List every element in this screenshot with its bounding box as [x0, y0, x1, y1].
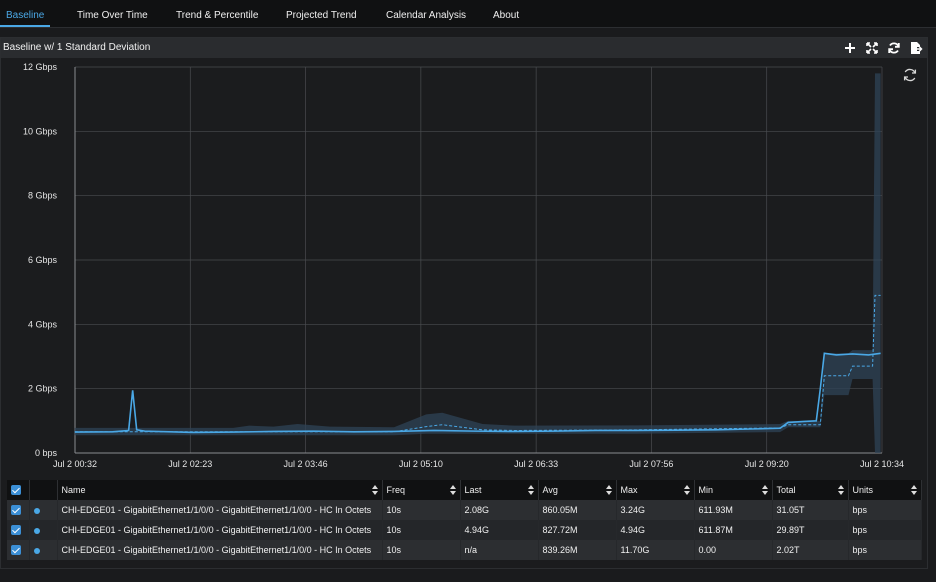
- column-header-total[interactable]: Total: [772, 480, 849, 500]
- tab-trend-percentile[interactable]: Trend & Percentile: [176, 0, 258, 27]
- legend-min-cell: 611.93M: [694, 500, 773, 520]
- x-tick-label: Jul 2 10:34: [860, 459, 904, 469]
- x-tick-label: Jul 2 06:33: [514, 459, 558, 469]
- legend-row[interactable]: CHI-EDGE01 - GigabitEthernet1/1/0/0 - Gi…: [7, 520, 922, 540]
- legend-avg-cell: 839.26M: [538, 540, 617, 560]
- legend-units-cell: bps: [848, 540, 922, 560]
- sort-icon: [910, 485, 917, 495]
- y-tick-label: 8 Gbps: [28, 191, 58, 201]
- legend-units-cell: bps: [848, 500, 922, 520]
- y-tick-label: 4 Gbps: [28, 319, 58, 329]
- legend-last-cell: 2.08G: [460, 500, 539, 520]
- y-tick-label: 2 Gbps: [28, 384, 58, 394]
- legend-row[interactable]: CHI-EDGE01 - GigabitEthernet1/1/0/0 - Gi…: [7, 540, 922, 560]
- std-deviation-band: [74, 73, 881, 453]
- legend-min-cell: 0.00: [694, 540, 773, 560]
- legend-freq-cell: 10s: [382, 520, 461, 540]
- sort-icon: [527, 485, 534, 495]
- legend-max-cell: 4.94G: [616, 520, 695, 540]
- legend-last-cell: n/a: [460, 540, 539, 560]
- legend-freq-cell: 10s: [382, 500, 461, 520]
- panel-title: Baseline w/ 1 Standard Deviation: [3, 42, 151, 53]
- select-all-checkbox[interactable]: [7, 480, 30, 500]
- y-tick-label: 12 Gbps: [23, 62, 58, 72]
- legend-max-cell: 11.70G: [616, 540, 695, 560]
- color-column-header: [29, 480, 58, 500]
- y-tick-label: 10 Gbps: [23, 126, 58, 136]
- export-icon[interactable]: [909, 41, 923, 55]
- column-header-units[interactable]: Units: [848, 480, 922, 500]
- y-tick-label: 6 Gbps: [28, 255, 58, 265]
- legend-min-cell: 611.87M: [694, 520, 773, 540]
- sort-icon: [605, 485, 612, 495]
- traffic-series-line: [74, 352, 881, 434]
- add-icon[interactable]: [843, 41, 857, 55]
- baseline-chart: 0 bps 2 Gbps 4 Gbps 6 Gbps 8 Gbps 10 Gbps 12 G…: [23, 62, 904, 469]
- legend-name-cell: CHI-EDGE01 - GigabitEthernet1/1/0/0 - Gi…: [57, 540, 383, 560]
- legend-max-cell: 3.24G: [616, 500, 695, 520]
- panel-header: Baseline w/ 1 Standard Deviation: [1, 38, 927, 58]
- chart-panel: Baseline w/ 1 Standard Deviation 0 bps 2 …: [0, 37, 928, 569]
- legend-last-cell: 4.94G: [460, 520, 539, 540]
- tab-projected-trend[interactable]: Projected Trend: [286, 0, 357, 27]
- x-tick-label: Jul 2 00:32: [53, 459, 97, 469]
- row-checkbox[interactable]: [7, 540, 30, 560]
- legend-total-cell: 2.02T: [772, 540, 849, 560]
- chart-reset-icon[interactable]: [902, 67, 918, 83]
- legend-freq-cell: 10s: [382, 540, 461, 560]
- legend-total-cell: 31.05T: [772, 500, 849, 520]
- tab-calendar-analysis[interactable]: Calendar Analysis: [386, 0, 466, 27]
- refresh-icon[interactable]: [887, 41, 901, 55]
- sort-icon: [371, 485, 378, 495]
- legend-units-cell: bps: [848, 520, 922, 540]
- row-checkbox[interactable]: [7, 500, 30, 520]
- column-header-min[interactable]: Min: [694, 480, 773, 500]
- column-header-avg[interactable]: Avg: [538, 480, 617, 500]
- series-color-dot: [29, 500, 58, 520]
- x-tick-label: Jul 2 09:20: [745, 459, 789, 469]
- x-tick-label: Jul 2 03:46: [284, 459, 328, 469]
- column-header-freq[interactable]: Freq: [382, 480, 461, 500]
- legend-total-cell: 29.89T: [772, 520, 849, 540]
- tab-about[interactable]: About: [493, 0, 519, 27]
- y-tick-label: 0 bps: [35, 448, 58, 458]
- x-tick-label: Jul 2 07:56: [629, 459, 673, 469]
- tab-bar: Baseline Time Over Time Trend & Percenti…: [0, 0, 936, 28]
- legend-name-cell: CHI-EDGE01 - GigabitEthernet1/1/0/0 - Gi…: [57, 520, 383, 540]
- column-header-last[interactable]: Last: [460, 480, 539, 500]
- legend-header-row: Name Freq Last Avg Max Min Total Units: [7, 480, 922, 500]
- sort-icon: [761, 485, 768, 495]
- sort-icon: [449, 485, 456, 495]
- legend-row[interactable]: CHI-EDGE01 - GigabitEthernet1/1/0/0 - Gi…: [7, 500, 922, 520]
- legend-avg-cell: 860.05M: [538, 500, 617, 520]
- tab-baseline[interactable]: Baseline: [0, 0, 51, 27]
- row-checkbox[interactable]: [7, 520, 30, 540]
- series-color-dot: [29, 520, 58, 540]
- tab-time-over-time[interactable]: Time Over Time: [77, 0, 148, 27]
- x-tick-label: Jul 2 05:10: [399, 459, 443, 469]
- legend-avg-cell: 827.72M: [538, 520, 617, 540]
- legend-name-cell: CHI-EDGE01 - GigabitEthernet1/1/0/0 - Gi…: [57, 500, 383, 520]
- sort-icon: [683, 485, 690, 495]
- column-header-max[interactable]: Max: [616, 480, 695, 500]
- column-header-name[interactable]: Name: [57, 480, 383, 500]
- baseline-series-line: [74, 294, 881, 433]
- legend-table: Name Freq Last Avg Max Min Total Units C…: [7, 480, 922, 560]
- series-color-dot: [29, 540, 58, 560]
- x-tick-label: Jul 2 02:23: [168, 459, 212, 469]
- sort-icon: [837, 485, 844, 495]
- fullscreen-icon[interactable]: [865, 41, 879, 55]
